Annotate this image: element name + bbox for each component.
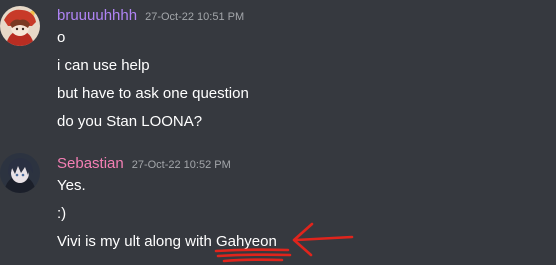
- message-line: do you Stan LOONA?: [57, 113, 203, 130]
- message-line: i can use help: [57, 57, 150, 74]
- red-arrow-annotation: [292, 222, 354, 257]
- timestamp: 27-Oct-22 10:52 PM: [131, 159, 231, 171]
- message-header: bruuuuhhhh 27-Oct-22 10:51 PM: [57, 6, 244, 27]
- message-line: Vivi is my ult along with Gahyeon: [57, 233, 277, 250]
- avatar-sebastian-icon: [0, 153, 40, 193]
- timestamp: 27-Oct-22 10:51 PM: [145, 11, 245, 23]
- chat-messages: bruuuuhhhh 27-Oct-22 10:51 PM o i can use…: [0, 0, 556, 265]
- avatar[interactable]: [0, 6, 40, 46]
- message-line: Yes.: [57, 177, 86, 194]
- avatar[interactable]: [0, 153, 40, 193]
- message-line: but have to ask one question: [57, 85, 249, 102]
- message-line: o: [57, 29, 66, 46]
- avatar-bruuuuhhhh-icon: [0, 6, 40, 46]
- message-body: o i can use help but have to ask one que…: [57, 28, 249, 140]
- message-line: :): [57, 205, 67, 222]
- message-header: Sebastian 27-Oct-22 10:52 PM: [57, 154, 231, 175]
- message-body: Yes. :) Vivi is my ult along with Gahyeo…: [57, 176, 277, 260]
- username[interactable]: Sebastian: [57, 155, 124, 172]
- username[interactable]: bruuuuhhhh: [57, 7, 137, 24]
